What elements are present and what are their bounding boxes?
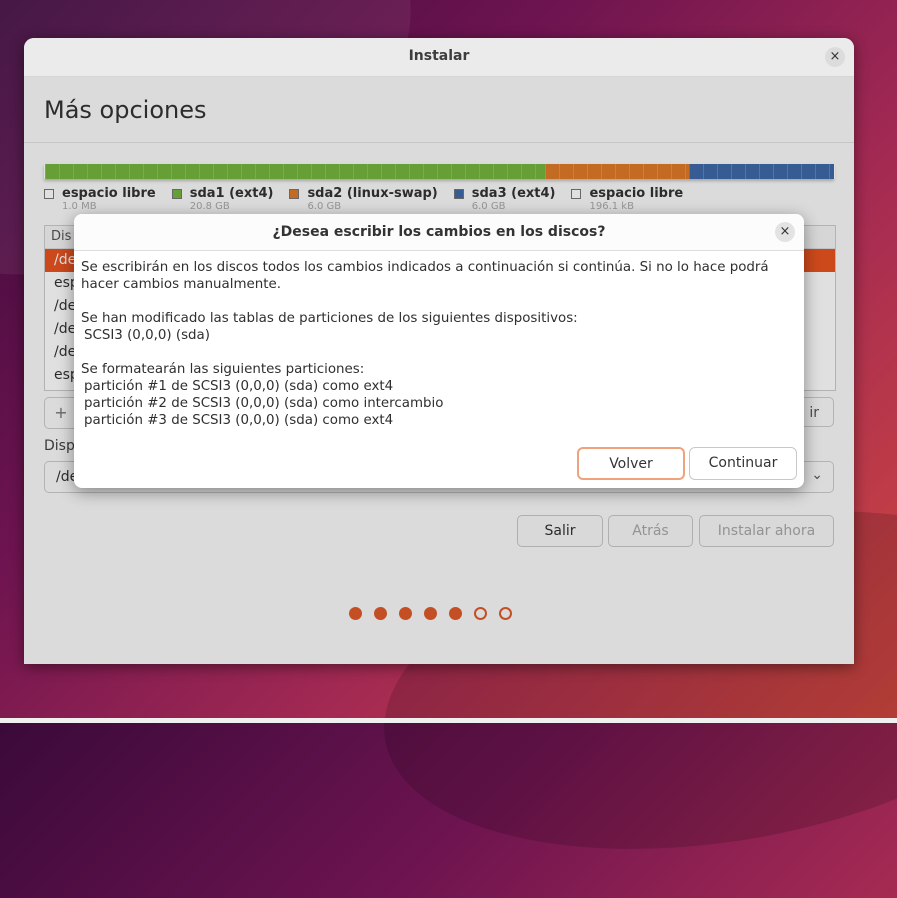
format-partition-item: partición #3 de SCSI3 (0,0,0) (sda) como…: [81, 412, 798, 429]
quit-button[interactable]: Salir: [517, 515, 603, 547]
legend-item: espacio libre196.1 kB: [571, 186, 683, 212]
legend-item: sda3 (ext4)6.0 GB: [454, 186, 556, 212]
legend-size: 6.0 GB: [472, 201, 556, 212]
install-now-button[interactable]: Instalar ahora: [699, 515, 834, 547]
progress-dot: [424, 607, 437, 620]
confirm-write-dialog: ¿Desea escribir los cambios en los disco…: [74, 214, 804, 488]
legend-swatch: [289, 189, 299, 199]
legend-label: espacio libre: [62, 186, 156, 201]
legend-size: 20.8 GB: [190, 201, 274, 212]
progress-dots: [349, 607, 512, 620]
continue-button[interactable]: Continuar: [689, 447, 797, 480]
legend-item: sda2 (linux-swap)6.0 GB: [289, 186, 437, 212]
progress-dot: [474, 607, 487, 620]
window-title: Instalar: [24, 48, 854, 64]
progress-dot: [374, 607, 387, 620]
partition-bar: [44, 164, 834, 179]
page-title: Más opciones: [44, 96, 207, 124]
format-partitions-heading: Se formatearán las siguientes particione…: [81, 361, 798, 378]
legend-swatch: [571, 189, 581, 199]
partition-legend: espacio libre1.0 MBsda1 (ext4)20.8 GBsda…: [44, 186, 683, 212]
legend-item: sda1 (ext4)20.8 GB: [172, 186, 274, 212]
modified-tables-heading: Se han modificado las tablas de particio…: [81, 310, 798, 327]
progress-dot: [399, 607, 412, 620]
legend-swatch: [454, 189, 464, 199]
chevron-down-icon: ⌄: [811, 467, 823, 483]
modified-device-item: SCSI3 (0,0,0) (sda): [81, 327, 798, 344]
progress-dot: [449, 607, 462, 620]
legend-label: sda3 (ext4): [472, 186, 556, 201]
partition-bar-segment: [689, 164, 833, 179]
window-close-icon[interactable]: ×: [825, 47, 845, 67]
legend-item: espacio libre1.0 MB: [44, 186, 156, 212]
partition-bar-segment: [45, 164, 545, 179]
progress-dot: [349, 607, 362, 620]
format-partition-item: partición #2 de SCSI3 (0,0,0) (sda) como…: [81, 395, 798, 412]
legend-size: 196.1 kB: [589, 201, 683, 212]
dialog-title: ¿Desea escribir los cambios en los disco…: [74, 224, 804, 240]
add-partition-button[interactable]: +: [44, 397, 78, 429]
legend-label: espacio libre: [589, 186, 683, 201]
partition-bar-segment: [545, 164, 689, 179]
format-partition-item: partición #1 de SCSI3 (0,0,0) (sda) como…: [81, 378, 798, 395]
legend-swatch: [44, 189, 54, 199]
dialog-intro-text: Se escribirán en los discos todos los ca…: [81, 259, 798, 293]
divider: [24, 142, 854, 143]
legend-label: sda1 (ext4): [190, 186, 274, 201]
dialog-titlebar[interactable]: ¿Desea escribir los cambios en los disco…: [74, 214, 804, 251]
dialog-close-icon[interactable]: ×: [775, 222, 795, 242]
bootloader-device-label: Disp: [44, 438, 75, 454]
go-back-button[interactable]: Volver: [577, 447, 685, 480]
dialog-message: Se escribirán en los discos todos los ca…: [81, 259, 798, 429]
progress-dot: [499, 607, 512, 620]
legend-size: 6.0 GB: [307, 201, 437, 212]
taskbar-edge: [0, 718, 897, 723]
back-button[interactable]: Atrás: [608, 515, 693, 547]
legend-size: 1.0 MB: [62, 201, 156, 212]
legend-label: sda2 (linux-swap): [307, 186, 437, 201]
window-titlebar[interactable]: Instalar ×: [24, 38, 854, 77]
legend-swatch: [172, 189, 182, 199]
